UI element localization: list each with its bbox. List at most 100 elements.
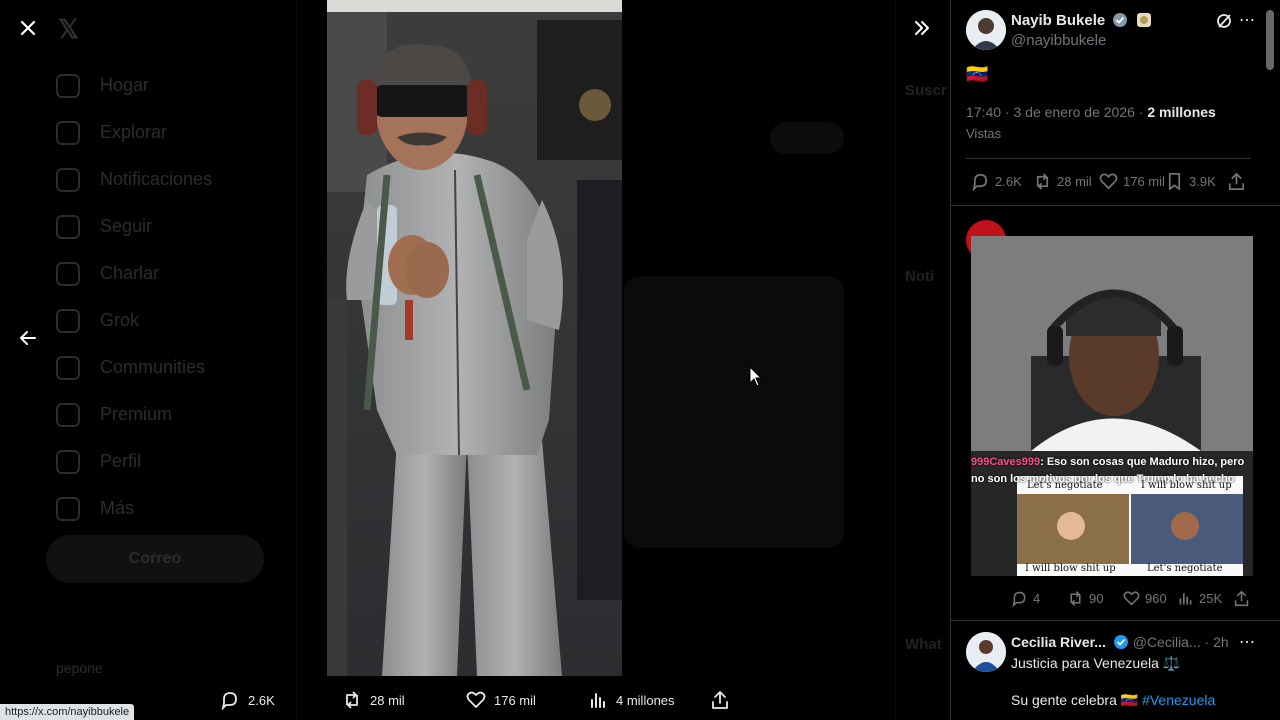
share-action[interactable] <box>710 688 738 712</box>
reply1-repost-count: 90 <box>1089 591 1104 606</box>
detail-like-count: 176 mil <box>1123 174 1165 189</box>
analytics-icon <box>591 693 605 708</box>
bg-nav-explore: Explorar <box>56 109 212 156</box>
double-chevron-right-icon <box>915 21 929 35</box>
close-icon <box>20 20 36 36</box>
grok-icon <box>1217 14 1231 28</box>
meme-caption-top-right: I will blow shit up <box>1141 480 1232 491</box>
repost-action[interactable]: 28 mil <box>342 688 405 712</box>
share-icon <box>712 691 728 709</box>
reply1-reply-count: 4 <box>1033 591 1041 606</box>
detail-repost-count: 28 mil <box>1057 174 1092 189</box>
like-count: 176 mil <box>494 692 536 708</box>
affiliate-badge-icon <box>1136 13 1151 27</box>
bg-user-name: pepone <box>56 660 103 676</box>
repost-icon <box>1036 173 1049 190</box>
x-logo-icon: 𝕏 <box>58 14 79 44</box>
reply2-header: Cecilia River... @Cecilia... · 2h <box>1011 634 1229 650</box>
reply-icon <box>1012 591 1026 607</box>
hashtag-link[interactable]: #Venezuela <box>1142 692 1215 708</box>
reply2-name[interactable]: Cecilia River... <box>1011 634 1106 650</box>
reply2-handle[interactable]: @Cecilia... <box>1133 634 1201 650</box>
tweet-timestamp[interactable]: 17:40 · 3 de enero de 2026 <box>966 104 1135 120</box>
repost-count: 28 mil <box>370 692 405 708</box>
close-viewer-button[interactable] <box>10 10 46 46</box>
divider <box>951 620 1280 621</box>
views-action[interactable]: 4 millones <box>588 688 675 712</box>
views-count: 4 millones <box>616 692 675 708</box>
tweet-photo[interactable] <box>327 0 622 676</box>
bg-nav-communities: Communities <box>56 344 212 391</box>
analytics-icon <box>1179 593 1192 605</box>
tweet-text: 🇻🇪 <box>966 64 989 84</box>
like-action[interactable]: 176 mil <box>466 688 536 712</box>
tweet-views-count: 2 millones <box>1147 104 1216 120</box>
detail-bookmark-action[interactable]: 3.9K <box>1165 172 1216 191</box>
verified-badge-icon <box>1113 13 1128 27</box>
previous-media-button[interactable] <box>10 320 46 356</box>
reply-count: 2.6K <box>248 692 275 708</box>
share-icon <box>1228 172 1245 190</box>
reply-icon <box>221 692 237 710</box>
verified-badge-icon <box>1113 635 1128 649</box>
reply1-reply-action[interactable]: 4 <box>1011 590 1040 607</box>
status-bar-url: https://x.com/nayibbukele <box>0 704 135 720</box>
reply1-views-count: 25K <box>1199 591 1223 606</box>
bg-nav-grok: Grok <box>56 297 212 344</box>
reply-action[interactable]: 2.6K <box>220 688 275 712</box>
mouse-cursor-icon <box>749 366 763 387</box>
bg-nav-home: Hogar <box>56 62 212 109</box>
bg-media-card <box>624 276 844 548</box>
more-options-icon[interactable]: ⋯ <box>1239 10 1255 30</box>
bg-nav-follow: Seguir <box>56 203 212 250</box>
reply1-views-action[interactable]: 25K <box>1177 590 1222 607</box>
reply2-text-line2: Su gente celebra 🇻🇪 #Venezuela <box>1011 692 1215 709</box>
bg-news-heading: Noti <box>905 268 935 285</box>
scrollbar-thumb[interactable] <box>1266 10 1274 70</box>
toggle-panel-button[interactable] <box>904 10 940 46</box>
detail-repost-action[interactable]: 28 mil <box>1033 172 1092 191</box>
detail-reply-action[interactable]: 2.6K <box>971 172 1022 191</box>
detail-like-action[interactable]: 176 mil <box>1099 172 1165 191</box>
reply-icon <box>972 173 988 191</box>
bg-nav-notifications: Notificaciones <box>56 156 212 203</box>
repost-icon <box>346 691 358 709</box>
bg-nav-more: Más <box>56 485 212 532</box>
reply2-text-line1: Justicia para Venezuela ⚖️ <box>1011 655 1181 671</box>
bg-nav-chat: Charlar <box>56 250 212 297</box>
reply1-repost-action[interactable]: 90 <box>1067 590 1103 607</box>
reply1-share-action[interactable] <box>1233 590 1255 607</box>
author-avatar[interactable] <box>966 10 1006 50</box>
background-nav: Hogar Explorar Notificaciones Seguir Cha… <box>56 62 212 532</box>
divider <box>951 205 1280 206</box>
author-handle[interactable]: @nayibbukele <box>1011 32 1106 49</box>
reply2-avatar[interactable] <box>966 632 1006 672</box>
detail-share-action[interactable] <box>1227 172 1251 191</box>
photo-illustration <box>327 0 622 676</box>
bg-subscribe-heading: Suscr <box>905 82 947 99</box>
author-name[interactable]: Nayib Bukele <box>1011 12 1152 29</box>
webcam-illustration <box>971 236 1253 576</box>
bookmark-icon <box>1168 173 1181 190</box>
bg-whats-heading: What <box>905 636 942 653</box>
reply2-more-icon[interactable]: ⋯ <box>1239 632 1255 652</box>
detail-reply-count: 2.6K <box>995 174 1022 189</box>
heart-icon <box>1099 173 1118 190</box>
meme-caption-bottom-right: Let's negotiate <box>1147 563 1223 574</box>
heart-icon <box>1123 591 1140 606</box>
bg-nav-premium: Premium <box>56 391 212 438</box>
reply1-like-count: 960 <box>1145 591 1167 606</box>
reply2-time[interactable]: · 2h <box>1205 634 1229 650</box>
reply2-text-prefix: Su gente celebra 🇻🇪 <box>1011 692 1143 708</box>
share-icon <box>1234 590 1249 607</box>
repost-icon <box>1070 591 1081 606</box>
grok-button[interactable] <box>1215 12 1233 35</box>
tweet-meta: 17:40 · 3 de enero de 2026 · 2 millones <box>966 104 1216 120</box>
heart-icon <box>466 691 486 708</box>
author-name-text: Nayib Bukele <box>1011 12 1106 29</box>
streamer-overlay: 999Caves999: Eso son cosas que Maduro hi… <box>971 236 1253 576</box>
bg-post-button: Correo <box>46 535 264 583</box>
meme-caption-bottom-left: I will blow shit up <box>1025 563 1116 574</box>
divider <box>966 158 1251 159</box>
reply1-like-action[interactable]: 960 <box>1123 590 1167 607</box>
